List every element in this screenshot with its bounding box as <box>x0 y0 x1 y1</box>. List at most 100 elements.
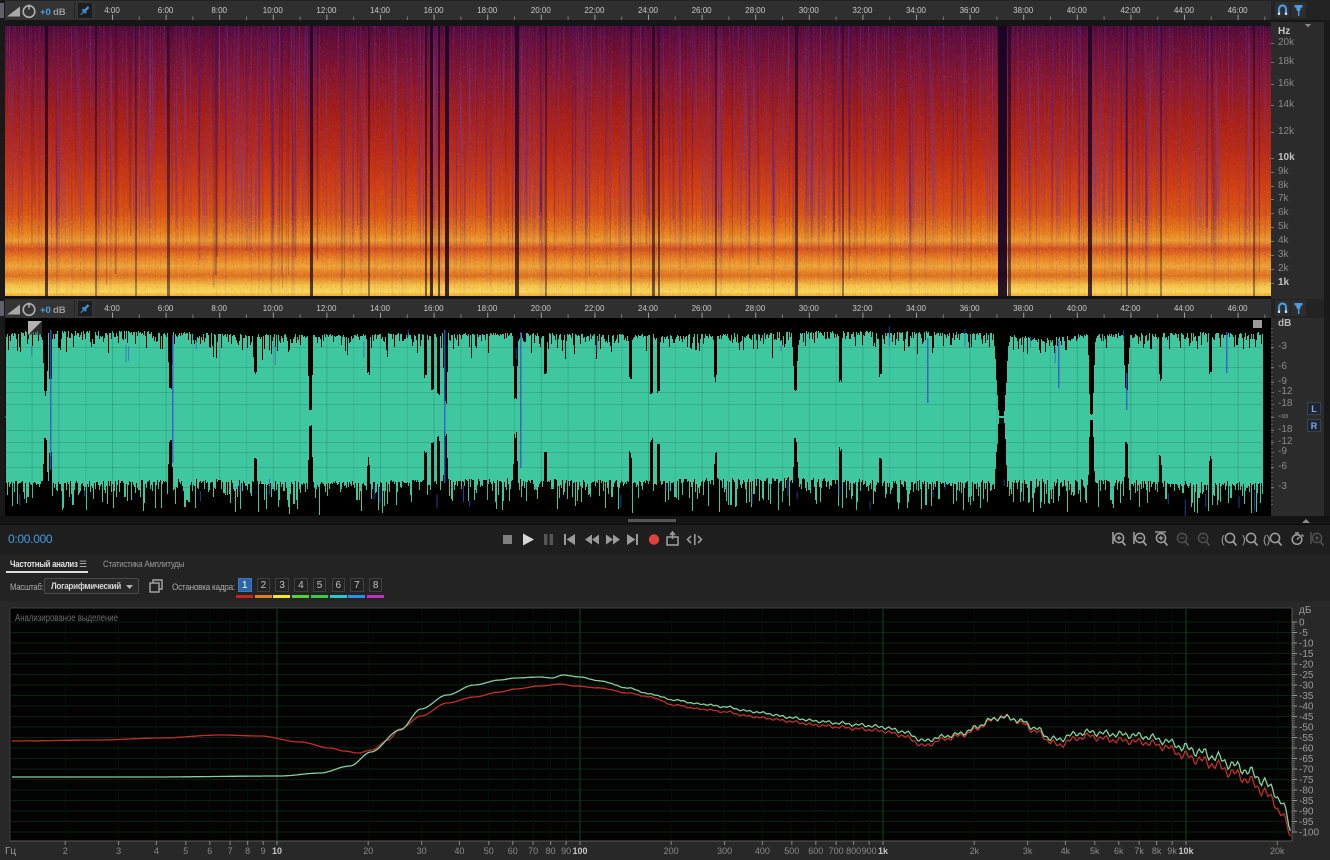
svg-text:18:00: 18:00 <box>477 304 498 313</box>
svg-text:-15: -15 <box>1299 649 1314 660</box>
svg-text:22:00: 22:00 <box>584 304 605 313</box>
svg-text:36:00: 36:00 <box>960 304 981 313</box>
svg-text:4: 4 <box>154 846 159 856</box>
svg-text:9: 9 <box>261 846 266 856</box>
svg-text:40:00: 40:00 <box>1067 304 1088 313</box>
svg-text:-60: -60 <box>1299 744 1314 755</box>
svg-text:-95: -95 <box>1299 817 1314 828</box>
svg-text:90: 90 <box>561 846 571 856</box>
svg-text:-35: -35 <box>1299 691 1314 702</box>
svg-text:34:00: 34:00 <box>906 304 927 313</box>
svg-text:4k: 4k <box>1061 846 1071 856</box>
svg-text:44:00: 44:00 <box>1174 304 1195 313</box>
svg-text:-45: -45 <box>1299 712 1314 723</box>
svg-text:30:00: 30:00 <box>799 304 820 313</box>
svg-text:4:00: 4:00 <box>104 304 120 313</box>
svg-text:200: 200 <box>664 846 679 856</box>
svg-text:20k: 20k <box>1270 846 1285 856</box>
svg-text:40: 40 <box>454 846 464 856</box>
svg-text:-75: -75 <box>1299 775 1314 786</box>
svg-text:34:00: 34:00 <box>906 6 927 15</box>
svg-text:44:00: 44:00 <box>1174 6 1195 15</box>
svg-text:20:00: 20:00 <box>531 304 552 313</box>
svg-text:5: 5 <box>183 846 188 856</box>
svg-text:8:00: 8:00 <box>211 6 227 15</box>
svg-text:-65: -65 <box>1299 754 1314 765</box>
svg-text:9k: 9k <box>1167 846 1177 856</box>
svg-text:+0: +0 <box>40 7 51 18</box>
svg-text:70: 70 <box>528 846 538 856</box>
svg-text:6k: 6k <box>1114 846 1124 856</box>
svg-text:-10: -10 <box>1299 639 1314 650</box>
svg-text:100: 100 <box>572 846 587 856</box>
svg-text:42:00: 42:00 <box>1120 304 1141 313</box>
svg-text:(): () <box>1263 534 1270 546</box>
svg-text:38:00: 38:00 <box>1013 304 1034 313</box>
svg-text:24:00: 24:00 <box>638 6 659 15</box>
svg-text:-20: -20 <box>1299 660 1314 671</box>
svg-text:10:00: 10:00 <box>263 304 284 313</box>
svg-text:12:00: 12:00 <box>316 304 337 313</box>
svg-text:800: 800 <box>846 846 861 856</box>
svg-text:6: 6 <box>207 846 212 856</box>
svg-text:50: 50 <box>484 846 494 856</box>
svg-text:2: 2 <box>63 846 68 856</box>
svg-text:60: 60 <box>508 846 518 856</box>
svg-text:600: 600 <box>808 846 823 856</box>
svg-text:500: 500 <box>784 846 799 856</box>
svg-text:24:00: 24:00 <box>638 304 659 313</box>
svg-text:16:00: 16:00 <box>424 6 445 15</box>
svg-text:36:00: 36:00 <box>960 6 981 15</box>
svg-text:14:00: 14:00 <box>370 6 391 15</box>
svg-text:(: ( <box>1221 534 1225 546</box>
svg-text:400: 400 <box>755 846 770 856</box>
svg-text:8k: 8k <box>1152 846 1162 856</box>
svg-text:32:00: 32:00 <box>852 6 873 15</box>
svg-text:80: 80 <box>546 846 556 856</box>
svg-text:8: 8 <box>245 846 250 856</box>
svg-text:-50: -50 <box>1299 723 1314 734</box>
svg-text:7: 7 <box>228 846 233 856</box>
svg-text:10k: 10k <box>1178 846 1194 856</box>
svg-text:14:00: 14:00 <box>370 304 391 313</box>
svg-text:-90: -90 <box>1299 807 1314 818</box>
svg-text:3k: 3k <box>1023 846 1033 856</box>
svg-text:900: 900 <box>862 846 877 856</box>
svg-text:30: 30 <box>417 846 427 856</box>
svg-text:40:00: 40:00 <box>1067 6 1088 15</box>
svg-text:18:00: 18:00 <box>477 6 498 15</box>
svg-text:1k: 1k <box>878 846 889 856</box>
svg-text:30:00: 30:00 <box>799 6 820 15</box>
svg-text:-40: -40 <box>1299 702 1314 713</box>
svg-text:28:00: 28:00 <box>745 304 766 313</box>
svg-text:2k: 2k <box>969 846 979 856</box>
svg-text:38:00: 38:00 <box>1013 6 1034 15</box>
svg-text:10: 10 <box>272 846 282 856</box>
svg-text:): ) <box>1242 534 1246 546</box>
svg-text:26:00: 26:00 <box>692 6 713 15</box>
svg-text:-85: -85 <box>1299 796 1314 807</box>
svg-text:28:00: 28:00 <box>745 6 766 15</box>
svg-text:дБ: дБ <box>1299 605 1312 616</box>
svg-text:7k: 7k <box>1134 846 1144 856</box>
svg-text:-70: -70 <box>1299 765 1314 776</box>
svg-text:16:00: 16:00 <box>424 304 445 313</box>
svg-text:-30: -30 <box>1299 681 1314 692</box>
svg-text:700: 700 <box>829 846 844 856</box>
svg-text:-25: -25 <box>1299 670 1314 681</box>
svg-text:20:00: 20:00 <box>531 6 552 15</box>
svg-text:6:00: 6:00 <box>158 304 174 313</box>
svg-text:12:00: 12:00 <box>316 6 337 15</box>
svg-text:8:00: 8:00 <box>211 304 227 313</box>
svg-text:26:00: 26:00 <box>692 304 713 313</box>
svg-text:0: 0 <box>1299 618 1305 629</box>
svg-text:10:00: 10:00 <box>263 6 284 15</box>
svg-text:46:00: 46:00 <box>1228 6 1249 15</box>
svg-text:300: 300 <box>717 846 732 856</box>
svg-text:5k: 5k <box>1090 846 1100 856</box>
svg-text:32:00: 32:00 <box>852 304 873 313</box>
svg-text:4:00: 4:00 <box>104 6 120 15</box>
svg-text:42:00: 42:00 <box>1120 6 1141 15</box>
svg-text:22:00: 22:00 <box>584 6 605 15</box>
svg-text:-55: -55 <box>1299 733 1314 744</box>
